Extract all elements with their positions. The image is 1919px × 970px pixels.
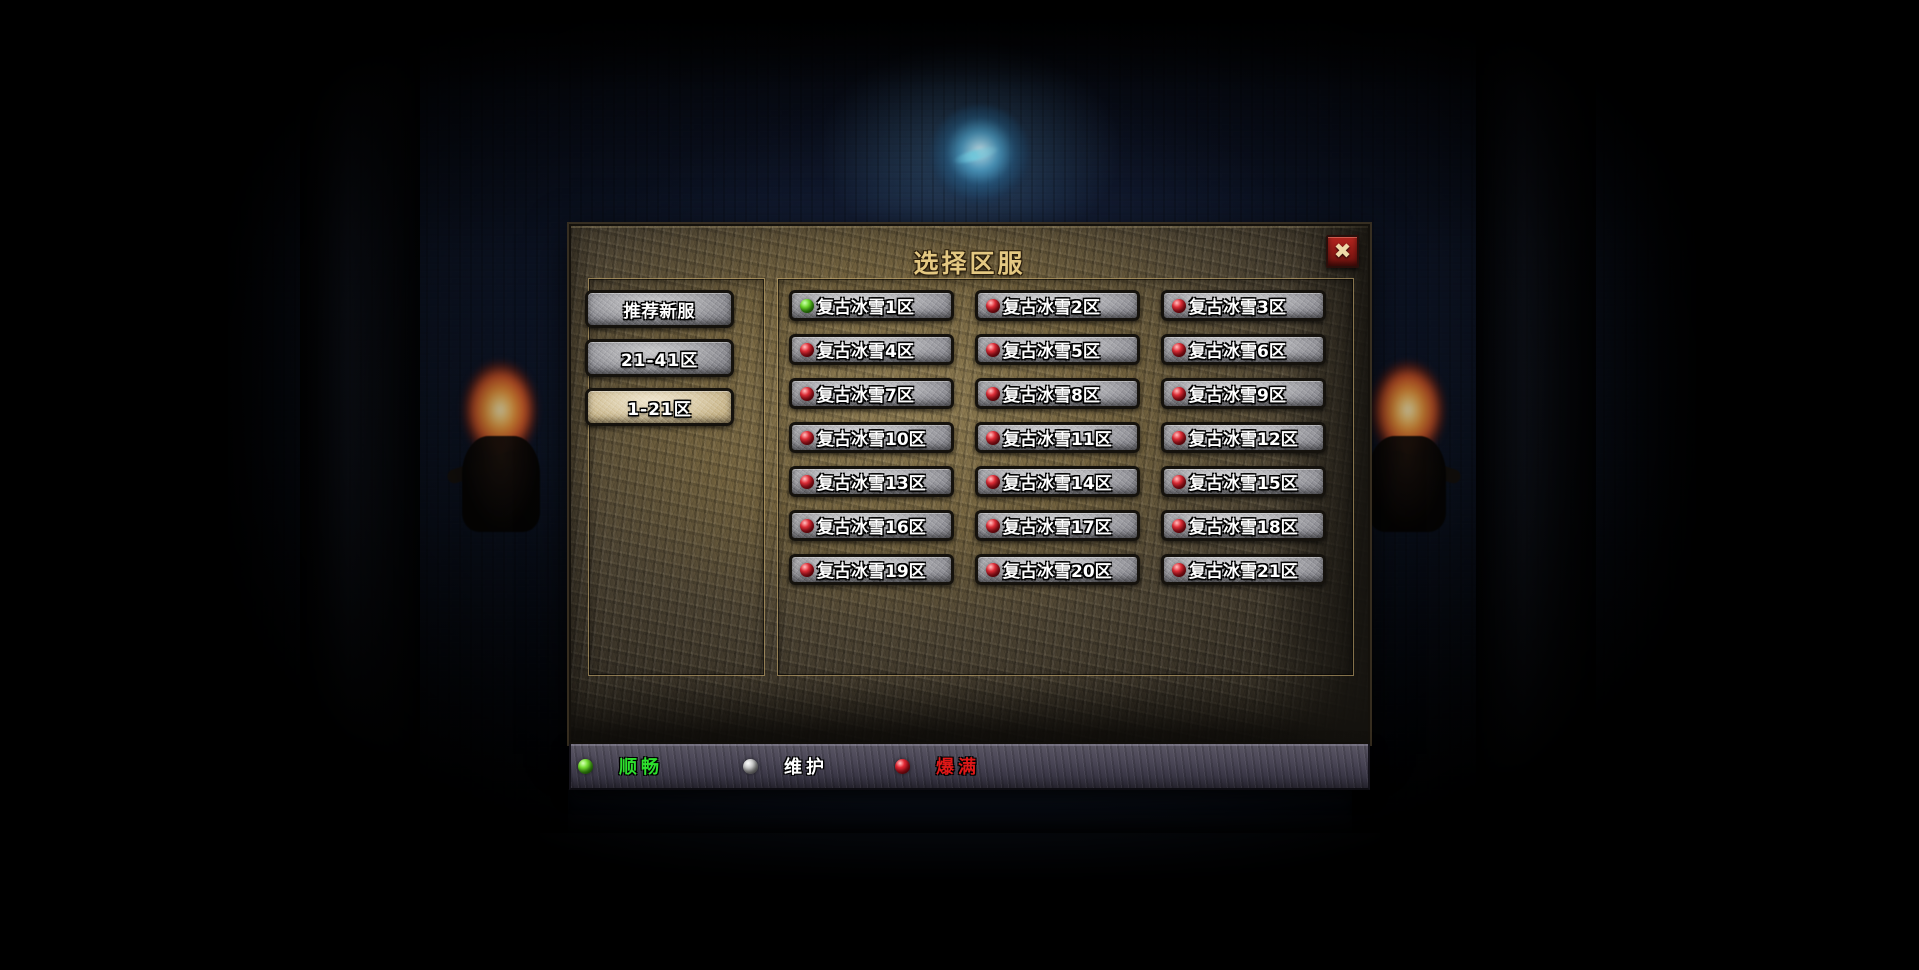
torch-body	[462, 436, 540, 532]
server-name-label: 复古冰雪17区	[1003, 518, 1112, 538]
status-orb-red-icon	[1172, 298, 1186, 313]
server-button-16[interactable]: 复古冰雪16区	[789, 510, 954, 541]
status-orb-red-icon	[800, 562, 814, 577]
server-button-1[interactable]: 复古冰雪1区	[789, 290, 954, 321]
server-button-17[interactable]: 复古冰雪17区	[975, 510, 1140, 541]
sidebar-item-1[interactable]: 推荐新服	[585, 290, 734, 328]
status-orb-red-icon	[986, 474, 1000, 489]
legend-dot-green-icon	[578, 758, 593, 774]
server-button-9[interactable]: 复古冰雪9区	[1161, 378, 1326, 409]
legend-label: 维护	[784, 757, 828, 778]
server-name-label: 复古冰雪13区	[817, 474, 926, 494]
status-legend-bar: 顺畅 维护 爆满	[569, 744, 1370, 790]
sidebar-item-label: 21-41区	[620, 350, 699, 371]
server-name-label: 复古冰雪9区	[1189, 386, 1286, 406]
server-button-21[interactable]: 复古冰雪21区	[1161, 554, 1326, 585]
server-name-label: 复古冰雪19区	[817, 562, 926, 582]
server-button-4[interactable]: 复古冰雪4区	[789, 334, 954, 365]
server-name-label: 复古冰雪8区	[1003, 386, 1100, 406]
server-name-label: 复古冰雪14区	[1003, 474, 1112, 494]
status-orb-green-icon	[800, 298, 814, 313]
torch-body	[1368, 436, 1446, 532]
server-name-label: 复古冰雪15区	[1189, 474, 1298, 494]
server-button-15[interactable]: 复古冰雪15区	[1161, 466, 1326, 497]
status-orb-red-icon	[800, 474, 814, 489]
status-orb-red-icon	[1172, 342, 1186, 357]
status-orb-red-icon	[986, 298, 1000, 313]
legend-label: 顺畅	[619, 757, 663, 778]
legend-label: 爆满	[936, 757, 980, 778]
legend-item-green: 顺畅	[578, 753, 663, 779]
status-orb-red-icon	[800, 386, 814, 401]
server-name-label: 复古冰雪5区	[1003, 342, 1100, 362]
server-button-20[interactable]: 复古冰雪20区	[975, 554, 1140, 585]
server-name-label: 复古冰雪12区	[1189, 430, 1298, 450]
server-name-label: 复古冰雪21区	[1189, 562, 1298, 582]
status-orb-red-icon	[800, 430, 814, 445]
server-name-label: 复古冰雪16区	[817, 518, 926, 538]
server-button-12[interactable]: 复古冰雪12区	[1161, 422, 1326, 453]
legend-item-grey: 维护	[743, 753, 828, 779]
server-name-label: 复古冰雪1区	[817, 298, 914, 318]
status-orb-red-icon	[986, 342, 1000, 357]
server-button-10[interactable]: 复古冰雪10区	[789, 422, 954, 453]
sidebar-item-2[interactable]: 21-41区	[585, 339, 734, 377]
status-orb-red-icon	[1172, 386, 1186, 401]
legend-dot-grey-icon	[743, 758, 758, 774]
server-button-14[interactable]: 复古冰雪14区	[975, 466, 1140, 497]
server-name-label: 复古冰雪18区	[1189, 518, 1298, 538]
sidebar-item-3[interactable]: 1-21区	[585, 388, 734, 426]
server-button-18[interactable]: 复古冰雪18区	[1161, 510, 1326, 541]
status-orb-red-icon	[1172, 518, 1186, 533]
server-name-label: 复古冰雪2区	[1003, 298, 1100, 318]
status-orb-red-icon	[986, 518, 1000, 533]
server-button-5[interactable]: 复古冰雪5区	[975, 334, 1140, 365]
status-orb-red-icon	[1172, 430, 1186, 445]
left-pillar	[300, 0, 420, 860]
status-orb-red-icon	[1172, 474, 1186, 489]
server-button-19[interactable]: 复古冰雪19区	[789, 554, 954, 585]
legend-dot-red-icon	[895, 758, 910, 774]
server-button-3[interactable]: 复古冰雪3区	[1161, 290, 1326, 321]
server-name-label: 复古冰雪10区	[817, 430, 926, 450]
step	[540, 833, 1380, 879]
status-orb-red-icon	[800, 518, 814, 533]
server-button-7[interactable]: 复古冰雪7区	[789, 378, 954, 409]
status-orb-red-icon	[986, 562, 1000, 577]
server-name-label: 复古冰雪3区	[1189, 298, 1286, 318]
page-title: 选择区服	[913, 249, 1026, 278]
status-orb-red-icon	[986, 386, 1000, 401]
server-button-2[interactable]: 复古冰雪2区	[975, 290, 1140, 321]
status-orb-red-icon	[986, 430, 1000, 445]
close-x-icon: ✖	[1333, 239, 1352, 263]
legend-item-red: 爆满	[895, 753, 980, 779]
server-button-11[interactable]: 复古冰雪11区	[975, 422, 1140, 453]
right-pillar	[1476, 0, 1596, 860]
status-orb-red-icon	[1172, 562, 1186, 577]
status-orb-red-icon	[800, 342, 814, 357]
server-button-8[interactable]: 复古冰雪8区	[975, 378, 1140, 409]
server-name-label: 复古冰雪20区	[1003, 562, 1112, 582]
server-button-13[interactable]: 复古冰雪13区	[789, 466, 954, 497]
step	[568, 789, 1352, 835]
left-torch-icon	[440, 340, 560, 540]
server-name-label: 复古冰雪4区	[817, 342, 914, 362]
server-select-dialog: 选择区服 ✖ 推荐新服 21-41区 1-21区 复古冰雪1区 复古冰雪2区 复古冰雪3…	[569, 224, 1370, 744]
server-name-label: 复古冰雪11区	[1003, 430, 1112, 450]
server-name-label: 复古冰雪6区	[1189, 342, 1286, 362]
sidebar-panel	[588, 278, 765, 676]
sidebar-item-label: 推荐新服	[623, 301, 696, 322]
close-button[interactable]: ✖	[1326, 235, 1359, 268]
server-button-6[interactable]: 复古冰雪6区	[1161, 334, 1326, 365]
sidebar-item-label: 1-21区	[627, 399, 692, 420]
server-name-label: 复古冰雪7区	[817, 386, 914, 406]
